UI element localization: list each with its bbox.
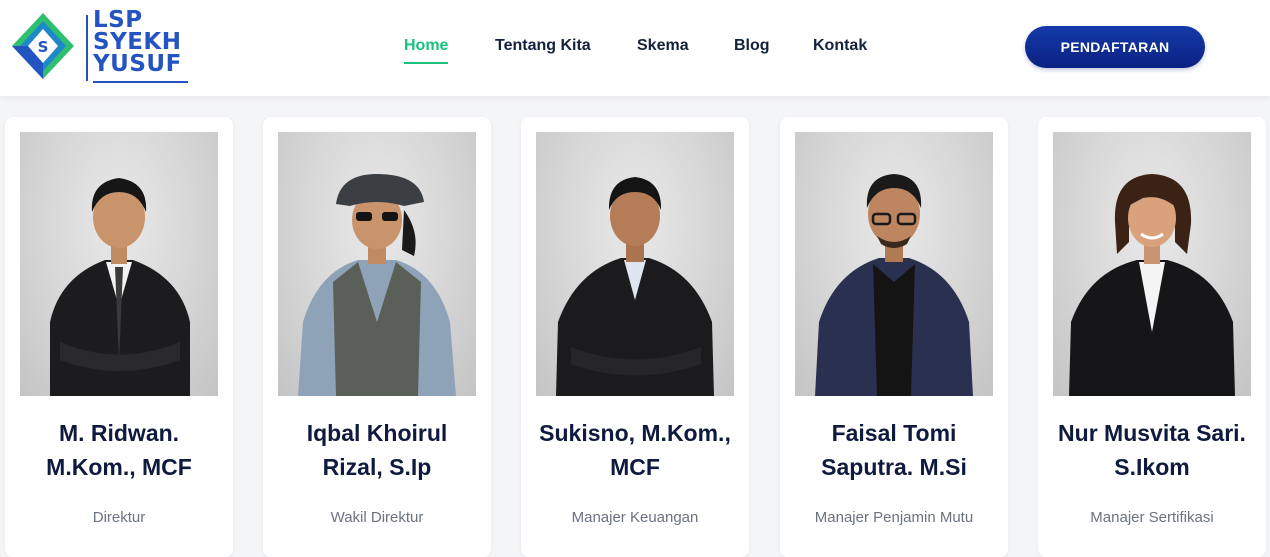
member-name-line-2: Saputra. M.Si [821,454,967,480]
member-name-line-1: Iqbal Khoirul [306,420,448,446]
member-name-line-1: Faisal Tomi [831,420,957,446]
member-role: Wakil Direktur [330,509,424,526]
member-name-line-2: Rizal, S.Ip [322,454,432,480]
team-card[interactable]: Sukisno, M.Kom., MCF Manajer Keuangan [521,117,749,557]
member-name: Faisal Tomi Saputra. M.Si [790,416,998,484]
team-photo-nur [1053,132,1251,396]
member-role: Manajer Keuangan [571,509,699,526]
person-photo-icon [815,174,973,396]
member-name-line-1: Nur Musvita Sari. [1058,420,1246,446]
member-role: Manajer Sertifikasi [1090,509,1214,526]
nav-skema[interactable]: Skema [637,37,689,55]
member-name: M. Ridwan. M.Kom., MCF [15,416,223,484]
member-name-line-2: S.Ikom [1114,454,1190,480]
team-card[interactable]: M. Ridwan. M.Kom., MCF Direktur [5,117,233,557]
member-name-line-2: MCF [610,454,660,480]
member-name-line-2: M.Kom., MCF [46,454,192,480]
nav-home[interactable]: Home [404,37,449,64]
team-photo-faisal [795,132,993,396]
team-card[interactable]: Iqbal Khoirul Rizal, S.Ip Wakil Direktur [263,117,491,557]
nav-blog[interactable]: Blog [734,37,770,55]
person-photo-icon [556,177,714,396]
nav-tentang-kita[interactable]: Tentang Kita [495,37,591,55]
pendaftaran-button[interactable]: PENDAFTARAN [1025,26,1205,68]
team-photo-ridwan [20,132,218,396]
member-name: Sukisno, M.Kom., MCF [531,416,739,484]
member-role: Manajer Penjamin Mutu [814,509,974,526]
team-photo-sukisno [536,132,734,396]
member-name-line-1: M. Ridwan. [58,420,180,446]
team-card[interactable]: Nur Musvita Sari. S.Ikom Manajer Sertifi… [1038,117,1266,557]
member-name: Iqbal Khoirul Rizal, S.Ip [273,416,481,484]
person-photo-icon [1069,174,1235,396]
site-header: S LSP SYEKH YUSUF Home Tentang Kita Skem… [0,0,1270,96]
member-role: Direktur [92,509,146,526]
nav-kontak[interactable]: Kontak [813,37,867,55]
person-photo-icon [50,178,190,396]
person-photo-icon [298,174,456,396]
team-card[interactable]: Faisal Tomi Saputra. M.Si Manajer Penjam… [780,117,1008,557]
member-name-line-1: Sukisno, M.Kom., [539,420,731,446]
member-name: Nur Musvita Sari. S.Ikom [1048,416,1256,484]
team-photo-iqbal [278,132,476,396]
